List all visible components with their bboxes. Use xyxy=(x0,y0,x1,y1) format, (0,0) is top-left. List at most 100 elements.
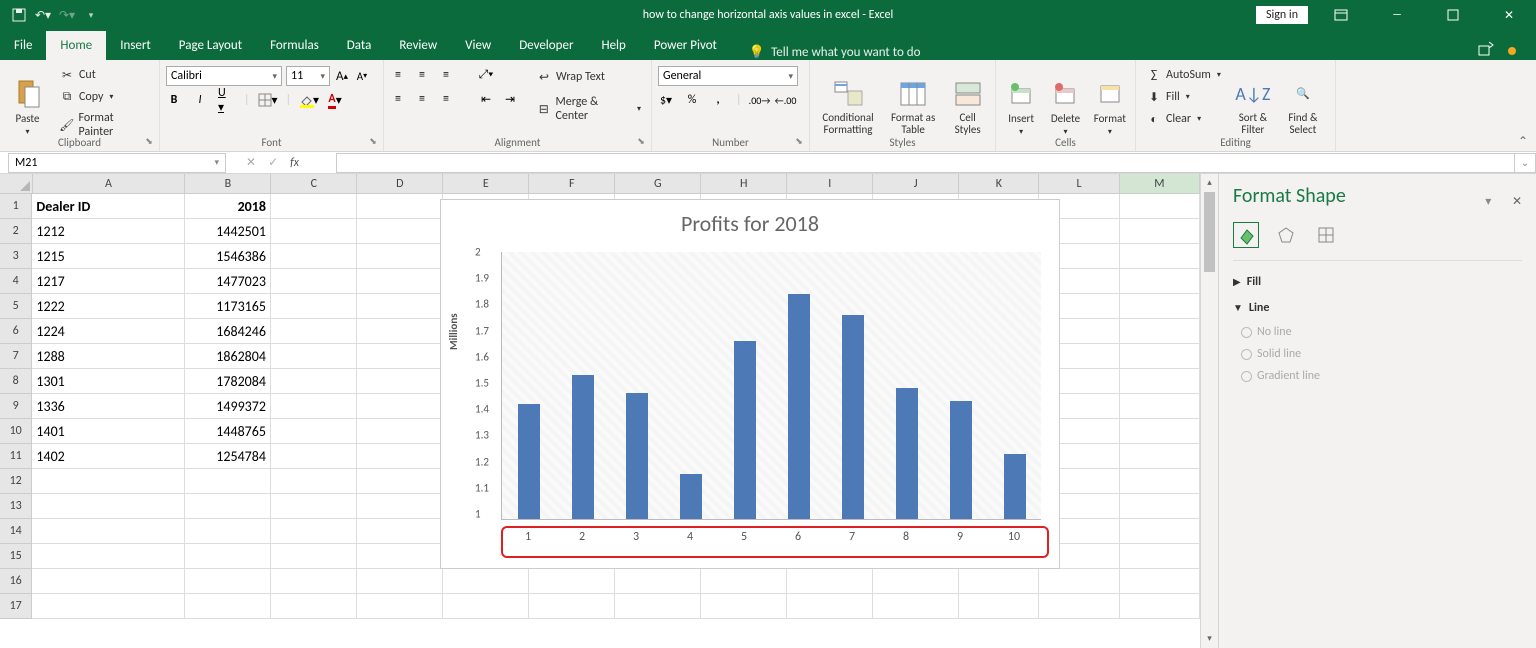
italic-icon[interactable]: I xyxy=(192,92,208,108)
cell[interactable] xyxy=(1120,269,1200,294)
wrap-text-button[interactable]: ↩Wrap Text xyxy=(532,67,645,87)
cell[interactable] xyxy=(1120,319,1200,344)
cell[interactable] xyxy=(1120,444,1200,469)
fx-icon[interactable]: fx xyxy=(290,156,299,170)
align-center-icon[interactable]: ≡ xyxy=(414,91,430,107)
col-header-K[interactable]: K xyxy=(959,174,1039,193)
cell[interactable] xyxy=(701,594,787,619)
cell[interactable] xyxy=(271,469,357,494)
cell[interactable]: 1477023 xyxy=(185,269,271,294)
col-header-M[interactable]: M xyxy=(1120,174,1200,193)
solid-line-radio[interactable]: Solid line xyxy=(1233,343,1522,365)
increase-indent-icon[interactable]: ⇥ xyxy=(502,91,518,107)
cell[interactable] xyxy=(32,469,185,494)
cell[interactable] xyxy=(357,244,443,269)
align-middle-icon[interactable]: ≡ xyxy=(414,67,430,83)
minimize-button[interactable]: ― xyxy=(1374,0,1420,30)
cell[interactable]: 1173165 xyxy=(185,294,271,319)
cell[interactable] xyxy=(1120,194,1200,219)
cell[interactable] xyxy=(357,294,443,319)
cell[interactable]: 1442501 xyxy=(185,219,271,244)
row-header-10[interactable]: 10 xyxy=(0,419,32,444)
align-right-icon[interactable]: ≡ xyxy=(438,91,454,107)
row-header-17[interactable]: 17 xyxy=(0,594,32,619)
cell[interactable]: 1215 xyxy=(32,244,185,269)
cell[interactable] xyxy=(271,494,357,519)
bar[interactable] xyxy=(626,393,648,519)
row-header-13[interactable]: 13 xyxy=(0,494,32,519)
cell[interactable] xyxy=(185,469,271,494)
align-top-icon[interactable]: ≡ xyxy=(390,67,406,83)
row-header-16[interactable]: 16 xyxy=(0,569,32,594)
tab-help[interactable]: Help xyxy=(587,31,639,60)
col-header-D[interactable]: D xyxy=(357,174,443,193)
cell[interactable]: 1222 xyxy=(32,294,185,319)
row-header-14[interactable]: 14 xyxy=(0,519,32,544)
align-left-icon[interactable]: ≡ xyxy=(390,91,406,107)
enter-fx-icon[interactable]: ✓ xyxy=(268,155,278,170)
cell[interactable]: 1499372 xyxy=(185,394,271,419)
cell[interactable] xyxy=(1120,519,1200,544)
bar[interactable] xyxy=(680,474,702,519)
worksheet-grid[interactable]: ABCDEFGHIJKLM1Dealer ID20182121214425013… xyxy=(0,174,1200,648)
col-header-F[interactable]: F xyxy=(529,174,615,193)
line-section[interactable]: ▼Line xyxy=(1233,295,1522,321)
cell[interactable] xyxy=(1120,569,1200,594)
cell[interactable] xyxy=(357,344,443,369)
underline-icon[interactable]: U ▾ xyxy=(218,92,234,108)
cell[interactable] xyxy=(1120,394,1200,419)
bar[interactable] xyxy=(842,315,864,519)
row-header-1[interactable]: 1 xyxy=(0,194,32,219)
cell[interactable]: 1336 xyxy=(32,394,185,419)
cell[interactable] xyxy=(787,569,873,594)
cell[interactable]: 1212 xyxy=(32,219,185,244)
tab-review[interactable]: Review xyxy=(385,31,451,60)
cell[interactable] xyxy=(185,544,271,569)
tab-data[interactable]: Data xyxy=(333,31,386,60)
cell[interactable] xyxy=(32,569,185,594)
save-icon[interactable] xyxy=(10,6,28,24)
cell[interactable] xyxy=(271,544,357,569)
cell[interactable] xyxy=(271,594,357,619)
row-header-2[interactable]: 2 xyxy=(0,219,32,244)
col-header-I[interactable]: I xyxy=(787,174,873,193)
cell[interactable] xyxy=(1120,344,1200,369)
cell[interactable] xyxy=(873,594,959,619)
cell[interactable] xyxy=(357,219,443,244)
tab-formulas[interactable]: Formulas xyxy=(256,31,333,60)
bar[interactable] xyxy=(1004,454,1026,520)
cell[interactable] xyxy=(357,269,443,294)
share-icon[interactable] xyxy=(1478,42,1494,60)
copy-button[interactable]: ⧉Copy▾ xyxy=(55,87,153,107)
cell[interactable] xyxy=(1039,594,1119,619)
bar[interactable] xyxy=(572,375,594,519)
decrease-indent-icon[interactable]: ⇤ xyxy=(478,91,494,107)
cell[interactable] xyxy=(357,569,443,594)
cell[interactable]: Dealer ID xyxy=(32,194,185,219)
tab-file[interactable]: File xyxy=(0,31,46,60)
fill-line-tab-icon[interactable] xyxy=(1233,222,1259,248)
cell[interactable] xyxy=(959,594,1039,619)
increase-font-icon[interactable]: A▴ xyxy=(334,68,350,84)
cell[interactable]: 1448765 xyxy=(185,419,271,444)
cell[interactable] xyxy=(271,369,357,394)
cell[interactable]: 1862804 xyxy=(185,344,271,369)
cancel-fx-icon[interactable]: ✕ xyxy=(246,155,256,170)
tab-view[interactable]: View xyxy=(451,31,505,60)
cell[interactable]: 1402 xyxy=(32,444,185,469)
bar[interactable] xyxy=(518,404,540,519)
borders-icon[interactable]: ▾ xyxy=(260,92,276,108)
pane-options-icon[interactable]: ▾ xyxy=(1485,195,1491,209)
row-header-5[interactable]: 5 xyxy=(0,294,32,319)
cell[interactable] xyxy=(1120,594,1200,619)
cell[interactable] xyxy=(615,594,701,619)
scroll-thumb[interactable] xyxy=(1204,192,1215,272)
cell[interactable] xyxy=(271,344,357,369)
cell[interactable] xyxy=(357,369,443,394)
cell[interactable]: 1254784 xyxy=(185,444,271,469)
tab-home[interactable]: Home xyxy=(46,31,106,60)
cell[interactable] xyxy=(271,444,357,469)
row-header-3[interactable]: 3 xyxy=(0,244,32,269)
font-color-icon[interactable]: A▾ xyxy=(327,92,343,108)
cell[interactable] xyxy=(1120,369,1200,394)
